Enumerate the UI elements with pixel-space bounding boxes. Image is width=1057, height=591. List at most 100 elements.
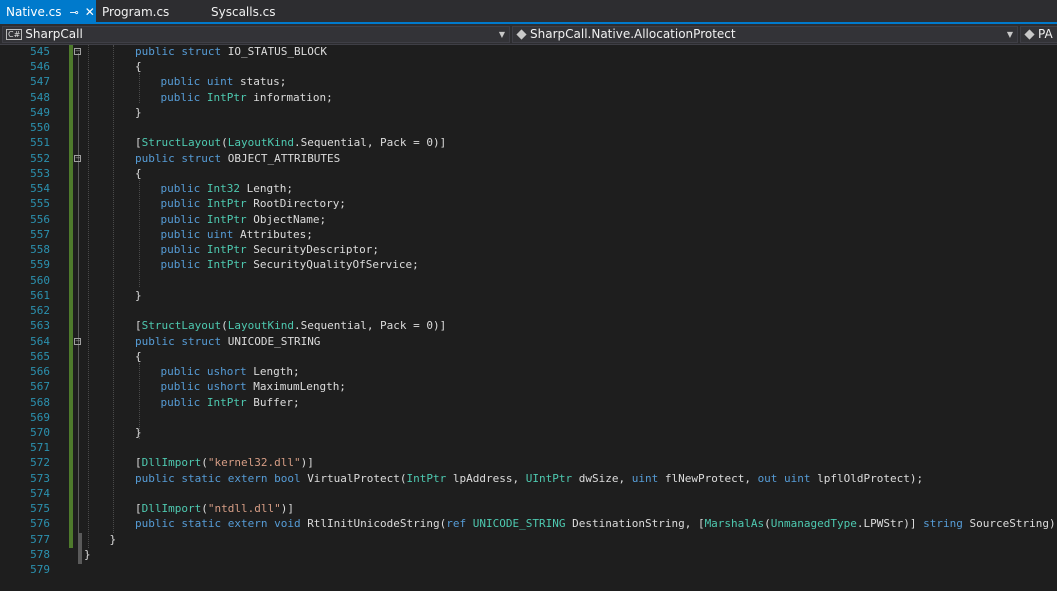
- close-icon[interactable]: ✕: [85, 5, 95, 19]
- code-token: StructLayout: [141, 136, 222, 150]
- code-token: IntPtr: [206, 258, 254, 272]
- code-line[interactable]: 560: [0, 273, 1057, 288]
- code-line[interactable]: 565 {: [0, 349, 1057, 364]
- code-line[interactable]: 558 public IntPtr SecurityDescriptor;: [0, 242, 1057, 257]
- code-line[interactable]: 577}: [0, 532, 1057, 547]
- line-number: 563: [30, 319, 50, 333]
- code-line[interactable]: 554 public Int32 Length;: [0, 181, 1057, 196]
- line-number: 565: [30, 349, 50, 363]
- code-line[interactable]: 570}: [0, 425, 1057, 440]
- code-token: out uint: [757, 471, 818, 485]
- code-line[interactable]: 548 public IntPtr information;: [0, 90, 1057, 105]
- tab-program-cs[interactable]: Program.cs: [96, 0, 196, 22]
- code-line[interactable]: 555 public IntPtr RootDirectory;: [0, 196, 1057, 211]
- code-editor[interactable]: − − − 545 public struct IO_STATUS_BLOCK 54…: [0, 45, 1057, 591]
- code-token: public uint: [160, 75, 240, 89]
- code-token: DestinationString, [: [572, 517, 705, 531]
- code-line[interactable]: 576 public static extern void RtlInitUnic…: [0, 516, 1057, 531]
- code-line[interactable]: 550: [0, 120, 1057, 135]
- code-line[interactable]: 579: [0, 562, 1057, 577]
- line-number: 549: [30, 105, 50, 119]
- code-token: )]: [280, 502, 294, 516]
- code-line[interactable]: 566 public ushort Length;: [0, 364, 1057, 379]
- code-line[interactable]: 545 public struct IO_STATUS_BLOCK: [0, 44, 1057, 59]
- tab-label: Native.cs: [6, 5, 62, 19]
- code-token: public uint: [160, 227, 240, 241]
- code-line[interactable]: 549}: [0, 105, 1057, 120]
- code-line[interactable]: 551 [StructLayout(LayoutKind.Sequential, …: [0, 135, 1057, 150]
- code-line[interactable]: 574: [0, 486, 1057, 501]
- code-line[interactable]: 564 public struct UNICODE_STRING: [0, 334, 1057, 349]
- code-token: {: [135, 166, 142, 180]
- pin-icon[interactable]: ⊸: [70, 6, 79, 19]
- code-text: public Int32 Length;: [161, 181, 293, 196]
- code-text: {: [135, 349, 142, 364]
- line-number: 562: [30, 304, 50, 318]
- code-token: LayoutKind: [227, 319, 294, 333]
- member-dropdown[interactable]: SharpCall.Native.AllocationProtect ▼: [512, 26, 1018, 43]
- code-token: Int32: [206, 182, 247, 196]
- project-dropdown[interactable]: C# SharpCall ▼: [2, 26, 510, 43]
- tab-native-cs[interactable]: Native.cs ⊸ ✕: [0, 0, 96, 22]
- code-line[interactable]: 556 public IntPtr ObjectName;: [0, 212, 1057, 227]
- code-token: uint: [631, 471, 665, 485]
- code-token: information;: [253, 90, 333, 104]
- third-dropdown[interactable]: PA: [1020, 26, 1057, 43]
- line-number: 554: [30, 182, 50, 196]
- code-token: public: [160, 395, 207, 409]
- code-line[interactable]: 569: [0, 410, 1057, 425]
- code-token: public: [160, 182, 207, 196]
- code-token: UIntPtr: [525, 471, 579, 485]
- code-line[interactable]: 575 [DllImport("ntdll.dll")]: [0, 501, 1057, 516]
- line-number: 574: [30, 486, 50, 500]
- code-line[interactable]: 563 [StructLayout(LayoutKind.Sequential, …: [0, 318, 1057, 333]
- code-token: UNICODE_STRING: [472, 517, 573, 531]
- code-line[interactable]: 547 public uint status;: [0, 74, 1057, 89]
- code-token: Length;: [246, 182, 293, 196]
- code-line[interactable]: 553 {: [0, 166, 1057, 181]
- code-text: }: [110, 532, 117, 547]
- line-number: 546: [30, 60, 50, 74]
- line-number: 578: [30, 547, 50, 561]
- code-token: public: [160, 90, 207, 104]
- code-text: }: [135, 288, 142, 303]
- line-number: 552: [30, 151, 50, 165]
- line-number: 576: [30, 517, 50, 531]
- code-line[interactable]: 571: [0, 440, 1057, 455]
- line-number: 564: [30, 334, 50, 348]
- code-token: (: [221, 136, 228, 150]
- code-line[interactable]: 561}: [0, 288, 1057, 303]
- code-token: public ushort: [160, 365, 254, 379]
- code-token: public ushort: [160, 380, 254, 394]
- line-number: 579: [30, 563, 50, 577]
- code-line[interactable]: 567 public ushort MaximumLength;: [0, 379, 1057, 394]
- code-token: .Sequential, Pack = 0)]: [293, 319, 447, 333]
- code-line[interactable]: 573 public static extern bool VirtualProt…: [0, 471, 1057, 486]
- code-line[interactable]: 562: [0, 303, 1057, 318]
- code-text: }: [84, 547, 91, 562]
- code-token: dwSize,: [578, 471, 632, 485]
- code-token: ObjectName;: [253, 212, 327, 226]
- code-line[interactable]: 578}: [0, 547, 1057, 562]
- code-token: IO_STATUS_BLOCK: [227, 45, 328, 58]
- code-token: IntPtr: [206, 212, 254, 226]
- code-line[interactable]: 559 public IntPtr SecurityQualityOfServic…: [0, 257, 1057, 272]
- tab-syscalls-cs[interactable]: Syscalls.cs: [205, 0, 305, 22]
- code-token: (: [201, 502, 208, 516]
- code-line[interactable]: 546 {: [0, 59, 1057, 74]
- code-line[interactable]: 557 public uint Attributes;: [0, 227, 1057, 242]
- line-number: 548: [30, 90, 50, 104]
- code-line[interactable]: 552 public struct OBJECT_ATTRIBUTES: [0, 151, 1057, 166]
- chevron-down-icon: ▼: [1006, 30, 1013, 39]
- code-text: public IntPtr Buffer;: [161, 395, 300, 410]
- line-number: 545: [30, 45, 50, 58]
- code-token: SourceString);: [969, 517, 1057, 531]
- line-number: 547: [30, 75, 50, 89]
- code-token: public static extern bool: [135, 471, 308, 485]
- code-line[interactable]: 568 public IntPtr Buffer;: [0, 395, 1057, 410]
- code-text: public ushort MaximumLength;: [161, 379, 346, 394]
- code-token: public struct: [135, 151, 228, 165]
- code-text: [DllImport("kernel32.dll")]: [135, 455, 314, 470]
- code-text: public static extern bool VirtualProtect…: [135, 471, 923, 486]
- code-line[interactable]: 572 [DllImport("kernel32.dll")]: [0, 455, 1057, 470]
